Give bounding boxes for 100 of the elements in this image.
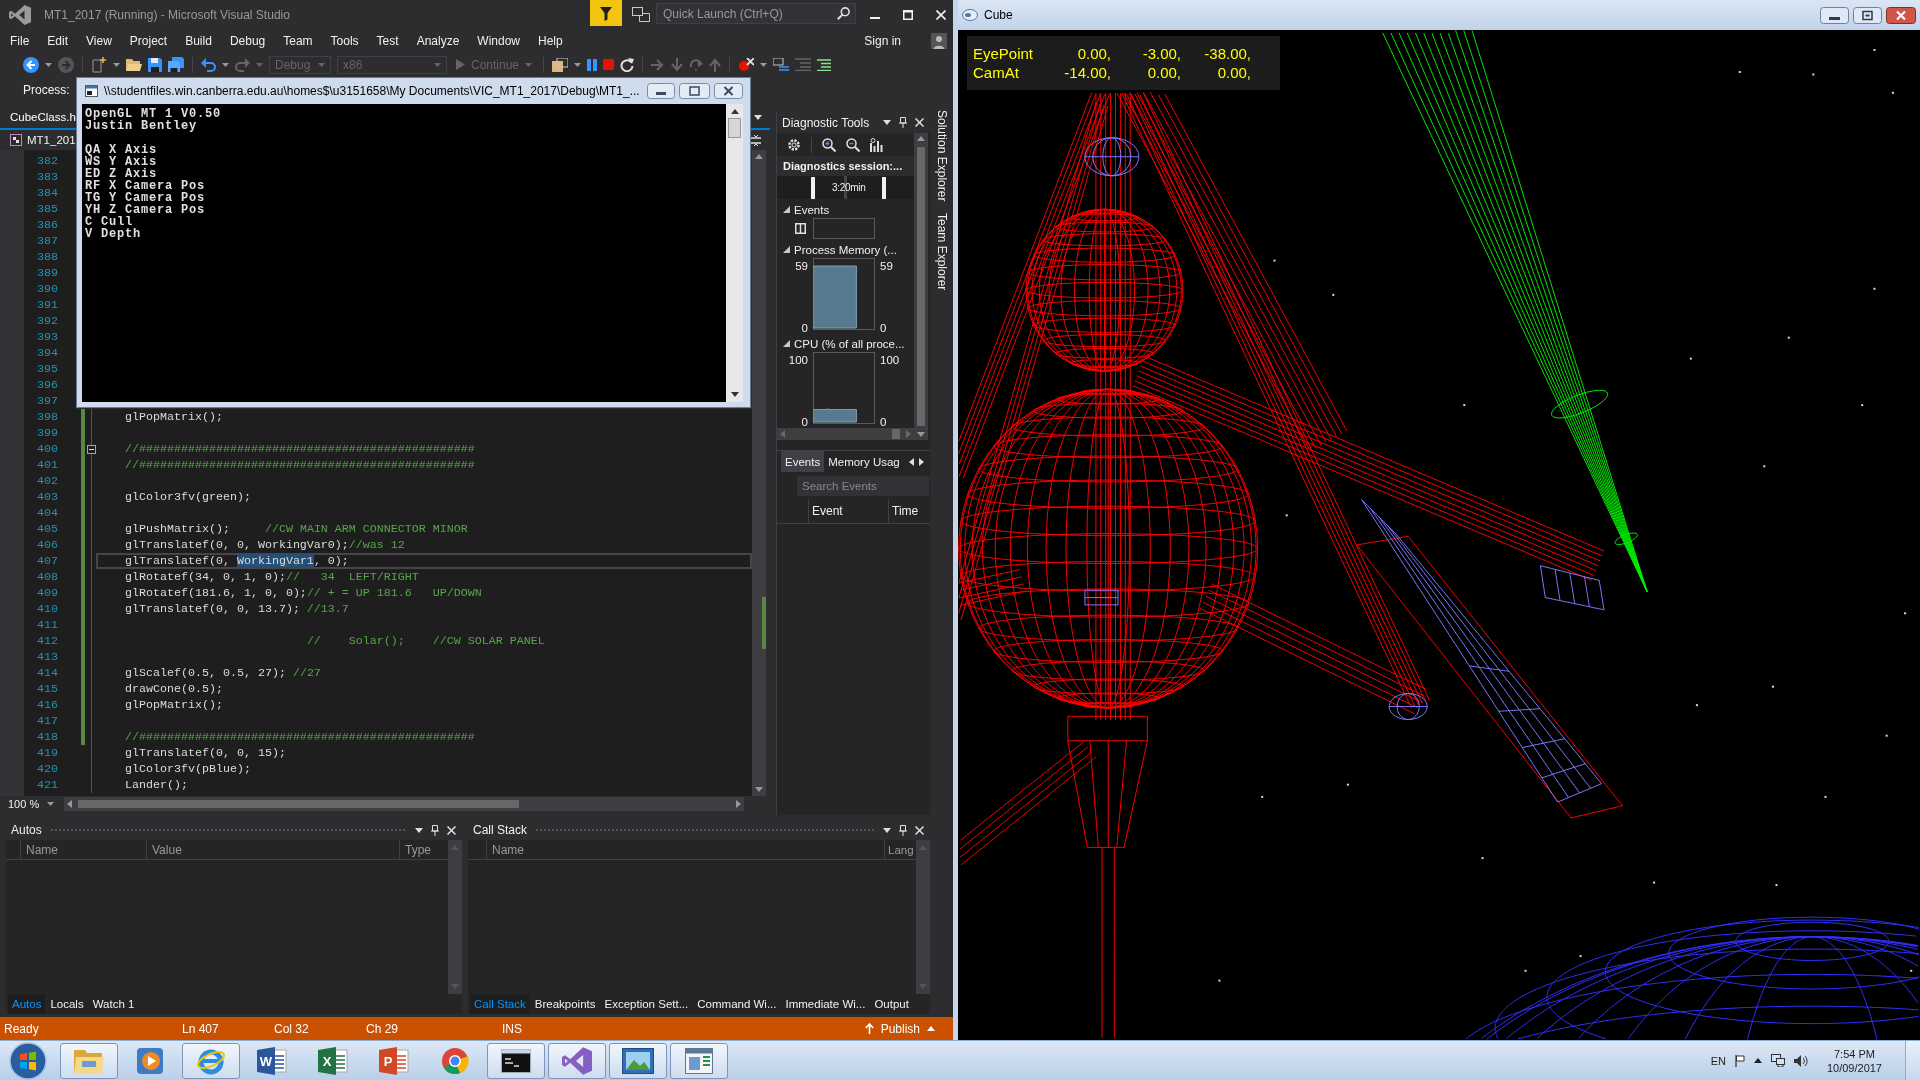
horizontal-scrollbar[interactable] <box>64 797 744 811</box>
flag-icon[interactable] <box>1734 1054 1745 1067</box>
network-icon[interactable] <box>1770 1054 1785 1067</box>
caret-icon[interactable] <box>883 120 891 125</box>
restart-icon[interactable] <box>620 57 635 72</box>
split-square-icon[interactable] <box>795 223 806 235</box>
menu-item[interactable]: File <box>1 33 39 48</box>
column-header[interactable]: Name <box>21 840 147 859</box>
menu-item[interactable]: Help <box>529 33 572 48</box>
minimize-icon[interactable] <box>647 83 675 99</box>
sign-in-link[interactable]: Sign in <box>864 33 901 48</box>
menu-item[interactable]: Build <box>176 33 221 48</box>
maximize-icon[interactable] <box>1853 6 1882 24</box>
caret-icon[interactable] <box>415 827 423 833</box>
account-icon[interactable] <box>931 32 947 49</box>
menu-item[interactable]: Tools <box>321 33 368 48</box>
volume-icon[interactable] <box>1793 1054 1808 1067</box>
menu-item[interactable]: Team <box>274 33 322 48</box>
close-icon[interactable] <box>714 83 743 99</box>
split-icon[interactable] <box>751 134 761 146</box>
expander-triangle-icon[interactable] <box>783 340 790 348</box>
back-icon[interactable] <box>23 56 39 73</box>
scrollbar-thumb[interactable] <box>892 429 900 440</box>
menu-item[interactable]: Debug <box>220 33 275 48</box>
zoom-dropdown[interactable]: 100 % <box>0 797 58 811</box>
bar-chart-icon[interactable] <box>870 137 884 152</box>
page-plus-icon[interactable] <box>91 56 107 73</box>
lines-icon[interactable] <box>817 58 832 71</box>
panel-tab[interactable]: Command Wi... <box>693 994 781 1014</box>
panel-tab[interactable]: Watch 1 <box>88 994 139 1014</box>
column-header[interactable]: Lang <box>885 840 915 859</box>
column-header[interactable]: Name <box>487 840 885 859</box>
clock-time[interactable]: 7:54 PM <box>1834 1046 1875 1061</box>
close-icon[interactable] <box>1886 6 1916 24</box>
stop-icon[interactable] <box>603 59 615 70</box>
panel-tab[interactable]: Memory Usag <box>824 451 904 472</box>
side-tab[interactable]: Team Explorer <box>934 213 949 291</box>
caret-icon[interactable] <box>754 115 762 120</box>
caret-icon[interactable] <box>883 827 891 833</box>
window-lines-icon[interactable] <box>773 58 790 71</box>
collapse-icon[interactable] <box>87 444 96 454</box>
scrollbar-thumb[interactable] <box>78 800 519 808</box>
filter-icon[interactable] <box>590 0 622 26</box>
caret-icon[interactable] <box>113 62 120 67</box>
panel-tab[interactable]: Exception Sett... <box>600 994 693 1014</box>
pin-icon[interactable] <box>899 824 907 836</box>
taskbar-button[interactable]: W <box>243 1042 301 1079</box>
pause-icon[interactable] <box>587 58 598 71</box>
save-all-icon[interactable] <box>168 57 184 72</box>
vertical-scrollbar[interactable] <box>726 104 743 402</box>
panel-tab[interactable]: Call Stack <box>470 994 530 1014</box>
taskbar-button[interactable] <box>487 1042 545 1079</box>
dot-cross-icon[interactable] <box>738 57 755 72</box>
scrollbar-thumb[interactable] <box>917 147 925 426</box>
panel-tab[interactable]: Autos <box>8 994 46 1014</box>
menu-item[interactable]: Project <box>120 33 177 48</box>
panel-tab[interactable]: Breakpoints <box>530 994 600 1014</box>
scrollbar-thumb[interactable] <box>728 118 741 138</box>
pin-icon[interactable] <box>431 824 439 836</box>
horizontal-scrollbar[interactable] <box>777 428 914 440</box>
side-tab[interactable]: Solution Explorer <box>934 110 949 202</box>
language-indicator[interactable]: EN <box>1710 1054 1726 1067</box>
panel-tab[interactable]: Output <box>870 994 913 1014</box>
undo-icon[interactable] <box>201 57 216 72</box>
menu-item[interactable]: Edit <box>38 33 78 48</box>
caret-icon[interactable] <box>574 62 582 67</box>
save-icon[interactable] <box>148 57 162 72</box>
panel-tab[interactable]: Immediate Wi... <box>781 994 870 1014</box>
overlapping-squares-icon[interactable] <box>632 7 650 22</box>
quick-launch-field[interactable]: Quick Launch (Ctrl+Q) <box>656 3 856 24</box>
caret-icon[interactable] <box>45 62 52 67</box>
taskbar-button[interactable]: X <box>304 1042 362 1079</box>
scroll-down-icon[interactable] <box>730 392 739 397</box>
panel-tab[interactable]: Locals <box>46 994 88 1014</box>
timeline-handle[interactable] <box>882 176 887 199</box>
panel-tab[interactable]: Events <box>781 451 825 472</box>
zoom-out-icon[interactable] <box>846 137 860 152</box>
caret-icon[interactable] <box>760 62 768 67</box>
expander-triangle-icon[interactable] <box>783 246 790 254</box>
scroll-right-icon[interactable] <box>918 457 924 466</box>
search-field[interactable]: Search Events <box>797 476 929 496</box>
column-header[interactable]: Value <box>147 840 400 859</box>
menu-item[interactable]: Test <box>367 33 408 48</box>
menu-item[interactable]: View <box>77 33 121 48</box>
scroll-left-icon[interactable] <box>908 457 914 466</box>
scroll-up-icon[interactable] <box>730 109 739 114</box>
menu-item[interactable]: Window <box>468 33 529 48</box>
column-header[interactable]: Time <box>889 499 929 523</box>
clock-date[interactable]: 10/09/2017 <box>1826 1060 1882 1075</box>
timeline-handle[interactable] <box>811 176 815 199</box>
folder-icon[interactable] <box>126 57 142 72</box>
column-header[interactable]: Event <box>809 499 889 523</box>
taskbar-button[interactable]: P <box>365 1042 423 1079</box>
project-dropdown[interactable]: MT1_201 <box>10 134 76 146</box>
expander-triangle-icon[interactable] <box>783 206 790 214</box>
menu-item[interactable]: Analyze <box>407 33 469 48</box>
up-arrow-icon[interactable] <box>1753 1058 1762 1063</box>
publish-button[interactable]: Publish <box>862 1021 937 1036</box>
minimize-icon[interactable] <box>1820 6 1849 24</box>
settings-icon[interactable] <box>787 137 801 152</box>
